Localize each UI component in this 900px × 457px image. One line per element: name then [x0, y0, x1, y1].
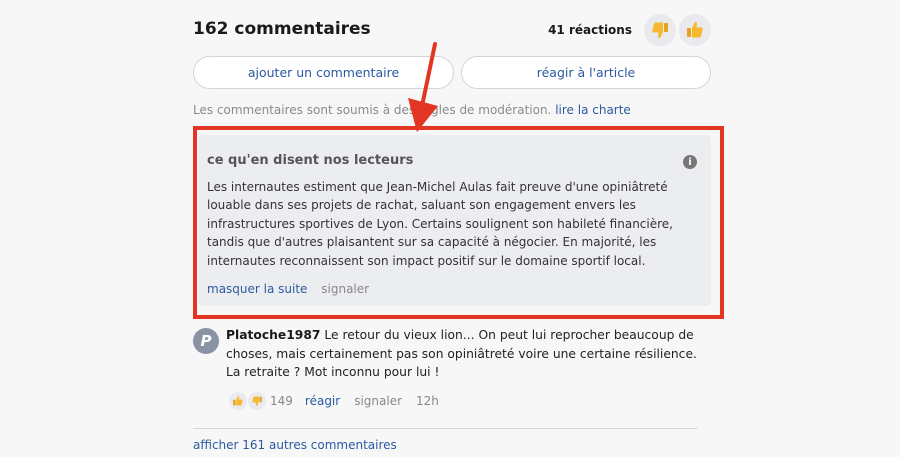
thumbs-down-icon — [652, 22, 668, 39]
comment-author[interactable]: Platoche1987 — [226, 328, 320, 342]
charter-link[interactable]: lire la charte — [555, 103, 631, 117]
avatar[interactable]: P — [193, 328, 219, 354]
comments-count-title: 162 commentaires — [193, 19, 371, 39]
comment-meta: 149 réagir signaler 12h — [229, 392, 439, 410]
thumbs-up-icon — [687, 21, 703, 38]
show-more-comments-link[interactable]: afficher 161 autres commentaires — [193, 438, 397, 452]
moderation-text: Les commentaires sont soumis à des règle… — [193, 103, 552, 117]
comment-body: Platoche1987 Le retour du vieux lion... … — [226, 326, 698, 382]
comment-report-link[interactable]: signaler — [354, 394, 402, 408]
thumbs-down-button[interactable] — [644, 14, 676, 46]
thumbs-down-icon[interactable] — [248, 392, 266, 410]
comment-timestamp: 12h — [416, 394, 439, 408]
react-article-button[interactable]: réagir à l'article — [461, 56, 711, 89]
thumbs-up-icon[interactable] — [229, 392, 247, 410]
comments-header: 162 commentaires 41 réactions — [193, 14, 711, 50]
annotation-arrow-icon — [408, 42, 438, 132]
comment-reply-link[interactable]: réagir — [305, 394, 340, 408]
divider — [193, 428, 698, 429]
highlight-frame — [193, 126, 724, 319]
thumbs-up-button[interactable] — [679, 14, 711, 46]
comment-reaction-count: 149 — [270, 394, 293, 408]
reactions-count: 41 réactions — [548, 23, 632, 37]
